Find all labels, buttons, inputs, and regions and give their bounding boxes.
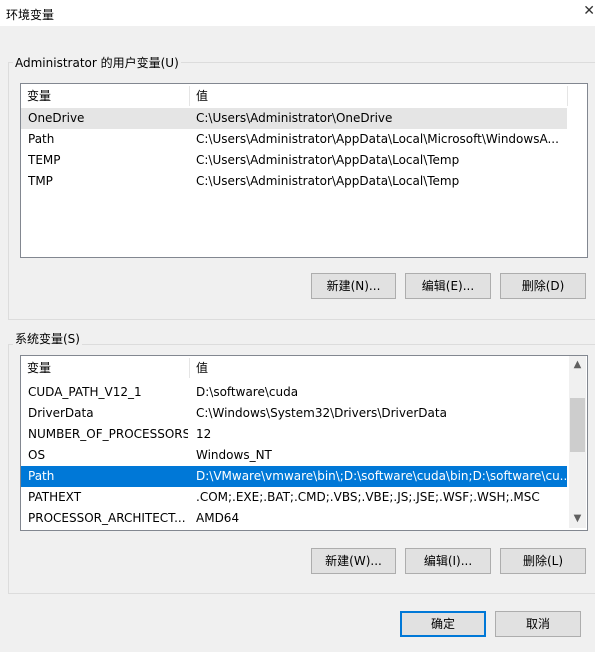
window-title: 环境变量	[6, 8, 55, 22]
user-vars-group-label: Administrator 的用户变量(U)	[13, 54, 181, 71]
list-item[interactable]: NUMBER_OF_PROCESSORS 12	[21, 424, 567, 445]
user-edit-button[interactable]: 编辑(E)...	[405, 273, 491, 299]
user-delete-button[interactable]: 删除(D)	[500, 273, 586, 299]
list-item[interactable]: OS Windows_NT	[21, 445, 567, 466]
scroll-up-icon[interactable]: ▲	[569, 359, 586, 370]
column-divider[interactable]	[567, 86, 568, 106]
column-header-value[interactable]: 值	[190, 356, 568, 380]
system-vars-list-header: 变量 值	[21, 356, 587, 380]
cancel-button[interactable]: 取消	[495, 611, 581, 637]
title-bar: 环境变量 ✕	[0, 0, 595, 26]
list-item-selected[interactable]: Path D:\VMware\vmware\bin\;D:\software\c…	[21, 466, 571, 487]
system-vars-list[interactable]: 变量 值 CUDA_PATH_V12_1 D:\software\cuda Dr…	[20, 355, 588, 531]
system-vars-group-label: 系统变量(S)	[13, 330, 82, 347]
column-header-name[interactable]: 变量	[21, 356, 189, 380]
list-item[interactable]: OneDrive C:\Users\Administrator\OneDrive	[21, 108, 567, 129]
scrollbar-thumb[interactable]	[570, 398, 585, 452]
system-edit-button[interactable]: 编辑(I)...	[405, 548, 491, 574]
user-new-button[interactable]: 新建(N)...	[311, 273, 396, 299]
list-item[interactable]: CUDA_PATH_V12_1 D:\software\cuda	[21, 382, 567, 403]
list-item[interactable]: Path C:\Users\Administrator\AppData\Loca…	[21, 129, 567, 150]
vertical-scrollbar[interactable]: ▲ ▼	[569, 356, 586, 528]
ok-button[interactable]: 确定	[400, 611, 486, 637]
list-item[interactable]: PROCESSOR_ARCHITECT... AMD64	[21, 508, 567, 529]
list-item[interactable]: DriverData C:\Windows\System32\Drivers\D…	[21, 403, 567, 424]
system-new-button[interactable]: 新建(W)...	[311, 548, 396, 574]
column-header-name[interactable]: 变量	[21, 84, 189, 108]
system-delete-button[interactable]: 删除(L)	[500, 548, 586, 574]
column-header-value[interactable]: 值	[190, 84, 570, 108]
list-item[interactable]: TEMP C:\Users\Administrator\AppData\Loca…	[21, 150, 567, 171]
list-item[interactable]: PATHEXT .COM;.EXE;.BAT;.CMD;.VBS;.VBE;.J…	[21, 487, 567, 508]
user-vars-list-header: 变量 值	[21, 84, 587, 108]
user-vars-list[interactable]: 变量 值 OneDrive C:\Users\Administrator\One…	[20, 83, 588, 258]
close-icon[interactable]: ✕	[583, 3, 595, 19]
scroll-down-icon[interactable]: ▼	[569, 513, 586, 524]
list-item[interactable]: TMP C:\Users\Administrator\AppData\Local…	[21, 171, 567, 192]
